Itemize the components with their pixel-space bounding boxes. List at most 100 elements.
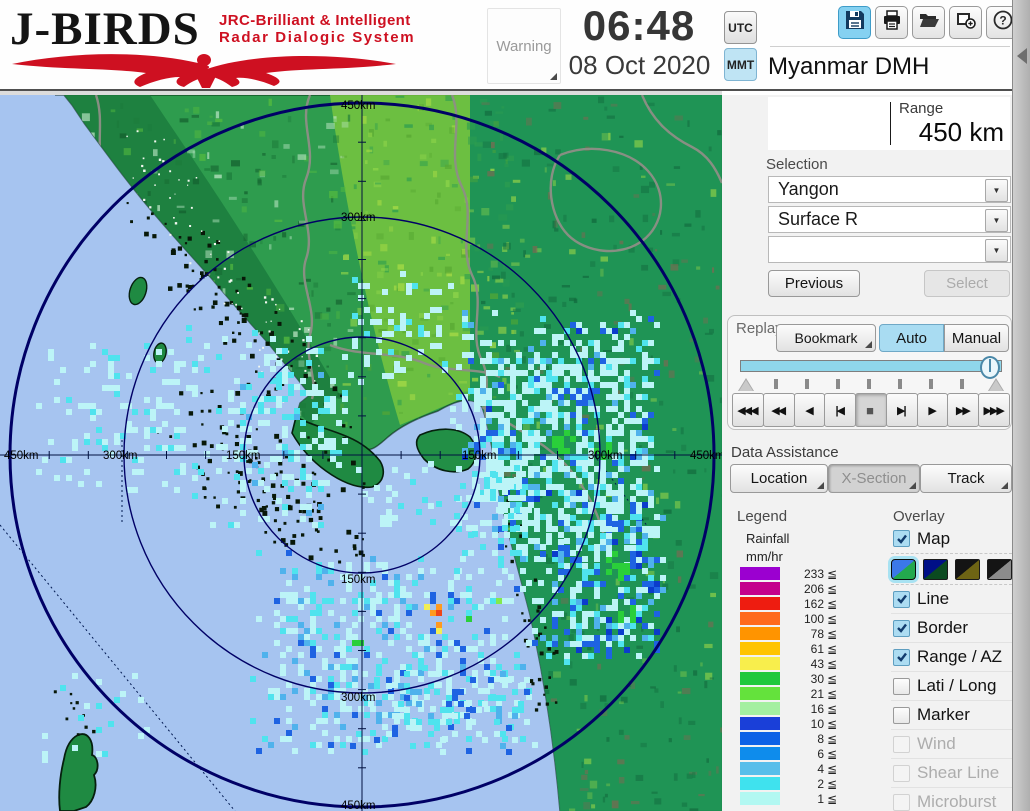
legend-suffix: ≦ <box>827 566 838 581</box>
legend-row: 16 ≦ <box>740 701 837 716</box>
lati-long-checkbox[interactable] <box>893 677 910 695</box>
step-forward-button[interactable]: ▶| <box>885 393 918 427</box>
selection-section-label: Selection <box>766 156 828 173</box>
timezone-toggle-group: UTC MMT <box>724 11 758 85</box>
radar-map-display[interactable]: 450km 300km 150km 150km 300km 450km 450km 300km… <box>0 95 722 811</box>
previous-button[interactable]: Previous <box>768 270 860 297</box>
legend-title-rainfall: Rainfall <box>746 531 790 546</box>
map-style-swatch-1[interactable] <box>891 558 916 580</box>
overlay-item-label: Line <box>917 589 950 608</box>
map-checkbox[interactable] <box>893 530 910 547</box>
svg-text:150km: 150km <box>341 574 376 586</box>
border-checkbox[interactable] <box>893 619 910 637</box>
print-button[interactable] <box>875 6 908 39</box>
step-backward-button[interactable]: |◀ <box>824 393 857 427</box>
warning-button[interactable]: Warning <box>487 8 561 84</box>
save-button[interactable] <box>838 6 871 39</box>
overlay-row-line: Line <box>891 584 1012 613</box>
skip-forward-button[interactable]: ▶▶▶ <box>978 393 1011 427</box>
legend-value: 8 <box>817 731 824 746</box>
legend-suffix: ≦ <box>827 731 838 746</box>
legend-suffix: ≦ <box>827 611 838 626</box>
auto-mode-button[interactable]: Auto <box>879 324 944 352</box>
bookmark-button[interactable]: Bookmark <box>776 324 876 352</box>
line-checkbox[interactable] <box>893 590 910 608</box>
legend-value: 162 <box>803 596 824 611</box>
product-dropdown-button[interactable]: ▼ <box>985 209 1008 232</box>
manual-mode-button[interactable]: Manual <box>944 324 1009 352</box>
range-start-marker-icon[interactable] <box>738 378 754 391</box>
track-button[interactable]: Track <box>920 464 1012 493</box>
data-assistance-label: Data Assistance <box>731 444 839 461</box>
legend-suffix: ≦ <box>827 686 838 701</box>
timezone-button-utc[interactable]: UTC <box>724 11 757 44</box>
map-style-swatch-3[interactable] <box>955 558 980 580</box>
legend-suffix: ≦ <box>827 791 838 806</box>
replay-tick-row <box>738 377 1004 391</box>
legend-row: 78 ≦ <box>740 626 837 641</box>
overlay-item-label: Microburst <box>917 792 997 811</box>
range-az-checkbox[interactable] <box>893 648 910 666</box>
select-button[interactable]: Select <box>924 270 1010 297</box>
fast-forward-button[interactable]: ▶▶ <box>947 393 980 427</box>
map-style-swatch-4[interactable] <box>987 558 1012 580</box>
site-dropdown-button[interactable]: ▼ <box>985 179 1008 202</box>
eagle-logo-icon <box>12 54 396 88</box>
bookmark-label: Bookmark <box>794 330 858 346</box>
help-icon: ? <box>992 9 1014 36</box>
map-style-swatch-2[interactable] <box>923 558 948 580</box>
replay-tick <box>867 379 871 389</box>
replay-slider-handle[interactable] <box>980 356 1000 379</box>
open-folder-button[interactable] <box>912 6 945 39</box>
legend-row: 100 ≦ <box>740 611 837 626</box>
overlay-row-map: Map <box>891 524 1012 553</box>
legend-suffix: ≦ <box>827 581 838 596</box>
overlay-row-wind: Wind <box>891 729 1012 758</box>
legend-suffix: ≦ <box>827 626 838 641</box>
svg-text:150km: 150km <box>462 450 497 462</box>
fast-rewind-button[interactable]: ◀◀◀ <box>732 393 764 427</box>
legend-suffix: ≦ <box>827 746 838 761</box>
site-dropdown[interactable]: Yangon ▼ <box>768 176 1011 203</box>
legend-color-swatch <box>740 687 780 700</box>
x-section-label: X-Section <box>841 470 907 487</box>
legend-color-swatch <box>740 672 780 685</box>
legend-value: 30 <box>810 671 824 686</box>
location-button[interactable]: Location <box>730 464 828 493</box>
range-end-marker-icon[interactable] <box>988 378 1004 391</box>
x-section-button[interactable]: X-Section <box>828 464 920 493</box>
stop-button[interactable]: ■ <box>855 393 887 427</box>
header-bar: J-BIRDS JRC-Brilliant & Intelligent Rada… <box>0 0 1030 89</box>
clock-date: 08 Oct 2020 <box>568 50 711 80</box>
legend-value: 100 <box>803 611 824 626</box>
legend-suffix: ≦ <box>827 596 838 611</box>
screen-capture-button[interactable] <box>949 6 982 39</box>
timezone-button-mmt[interactable]: MMT <box>724 48 757 81</box>
legend-value: 16 <box>810 701 824 716</box>
panel-collapse-strip[interactable] <box>1012 0 1030 811</box>
svg-text:450km: 450km <box>341 800 376 811</box>
legend-color-swatch <box>740 732 780 745</box>
option-dropdown-button[interactable]: ▼ <box>985 239 1008 262</box>
marker-checkbox[interactable] <box>893 706 910 724</box>
legend-row: 206 ≦ <box>740 581 837 596</box>
legend-title-unit: mm/hr <box>746 549 783 564</box>
legend-row: 30 ≦ <box>740 671 837 686</box>
option-dropdown[interactable]: ▼ <box>768 236 1011 263</box>
play-button[interactable]: ▶ <box>916 393 949 427</box>
replay-tick <box>960 379 964 389</box>
map-style-selector <box>891 553 1012 584</box>
replay-progress-bar[interactable] <box>740 360 1002 372</box>
check-icon <box>896 652 907 662</box>
rewind-button[interactable]: ◀◀ <box>762 393 795 427</box>
product-dropdown[interactable]: Surface R ▼ <box>768 206 1011 233</box>
legend-value: 6 <box>817 746 824 761</box>
track-label: Track <box>947 470 985 487</box>
legend-color-swatch <box>740 702 780 715</box>
legend-suffix: ≦ <box>827 776 838 791</box>
play-backward-button[interactable]: ◀ <box>793 393 826 427</box>
legend-suffix: ≦ <box>827 656 838 671</box>
overlay-item-label: Wind <box>917 734 956 753</box>
overlay-row-marker: Marker <box>891 700 1012 729</box>
overlay-item-label: Range / AZ <box>917 647 1003 666</box>
